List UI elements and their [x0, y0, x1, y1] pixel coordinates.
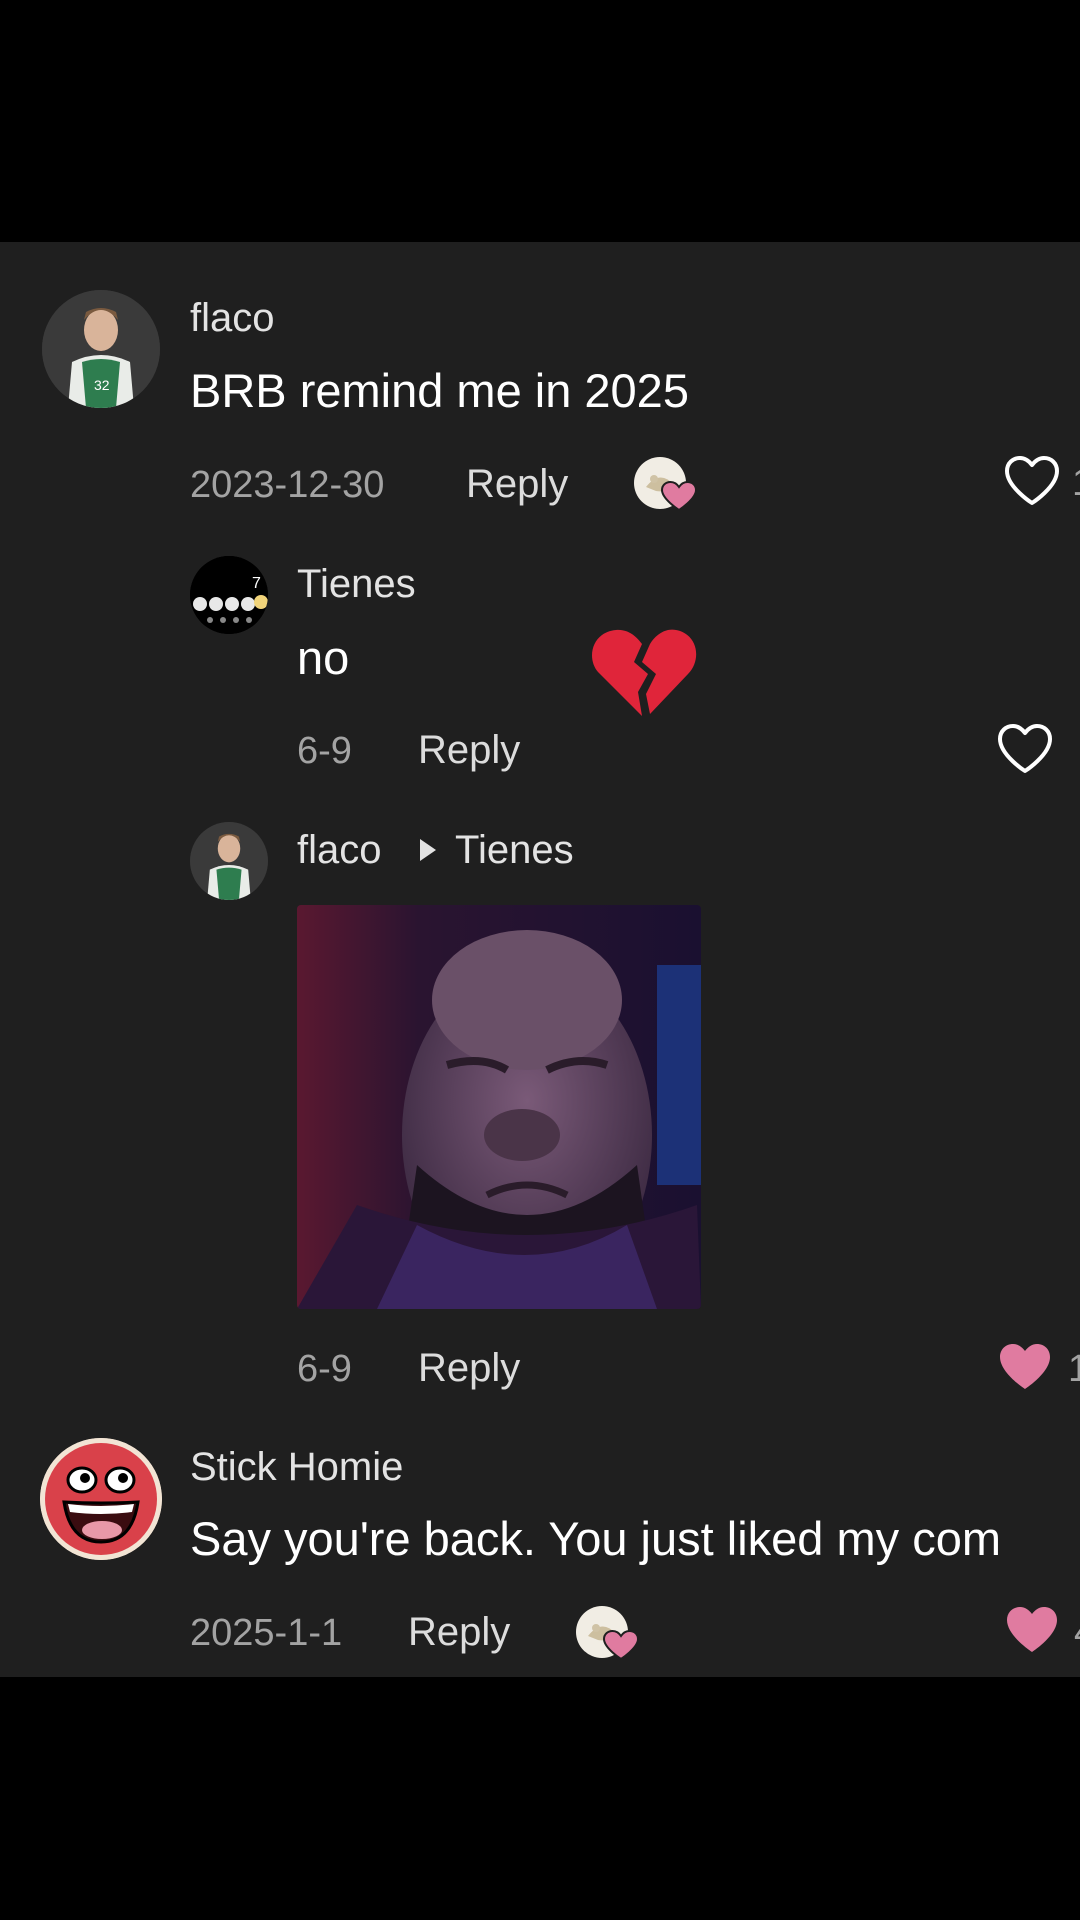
- comment-date: 2023-12-30: [190, 464, 385, 506]
- comment-text: Say you're back. You just liked my com: [190, 1512, 1001, 1565]
- like-button[interactable]: [1003, 1604, 1061, 1656]
- basketball-player-avatar-icon: 32: [42, 290, 160, 408]
- reply-button[interactable]: Reply: [408, 1612, 510, 1652]
- broken-heart-icon: [592, 629, 697, 716]
- tienes-avatar[interactable]: 7: [190, 556, 268, 634]
- flaco-avatar[interactable]: [190, 822, 268, 900]
- comments-panel: 32 flaco BRB remind me in 2025 2023-12-3…: [0, 242, 1080, 1677]
- comment-date: 6-9: [297, 1348, 352, 1390]
- like-button[interactable]: [996, 723, 1054, 775]
- like-count: 1: [1068, 1348, 1080, 1390]
- comment-date: 6-9: [297, 730, 352, 772]
- dots-avatar-icon: 7: [190, 556, 268, 634]
- heart-filled-icon: [1007, 1607, 1057, 1652]
- like-count: 1: [1072, 464, 1080, 502]
- comment-username[interactable]: flaco: [297, 830, 382, 870]
- heart-filled-icon: [1000, 1344, 1050, 1389]
- comment-text: no: [297, 631, 350, 684]
- reply-button[interactable]: Reply: [418, 1348, 520, 1388]
- reply-to-username[interactable]: Tienes: [455, 830, 574, 870]
- heart-outline-icon: [998, 724, 1052, 773]
- comment-date: 2025-1-1: [190, 1612, 343, 1654]
- comment-username[interactable]: Stick Homie: [190, 1447, 403, 1487]
- like-button[interactable]: [1003, 455, 1061, 507]
- svg-text:7: 7: [252, 575, 261, 592]
- heart-outline-icon: [1005, 456, 1059, 505]
- gif-media[interactable]: [297, 905, 701, 1309]
- comment-text: BRB remind me in 2025: [190, 364, 689, 417]
- basketball-player-avatar-icon: [190, 822, 268, 900]
- like-button[interactable]: [996, 1341, 1054, 1393]
- crying-man-gif-image: [297, 905, 701, 1309]
- smiley-face-avatar-icon: [40, 1438, 162, 1560]
- reply-button[interactable]: Reply: [418, 730, 520, 770]
- like-count: 4: [1074, 1614, 1080, 1652]
- reply-to-arrow-icon: [420, 839, 436, 861]
- broken-heart-emoji: [590, 620, 700, 720]
- reply-button[interactable]: Reply: [466, 464, 568, 504]
- stick-homie-avatar[interactable]: [40, 1438, 162, 1560]
- comment-username[interactable]: Tienes: [297, 564, 416, 604]
- svg-text:32: 32: [94, 377, 110, 393]
- flaco-avatar[interactable]: 32: [42, 290, 160, 408]
- creator-liked-icon: [632, 455, 698, 513]
- creator-liked-icon: [574, 1604, 640, 1662]
- comment-username[interactable]: flaco: [190, 298, 275, 338]
